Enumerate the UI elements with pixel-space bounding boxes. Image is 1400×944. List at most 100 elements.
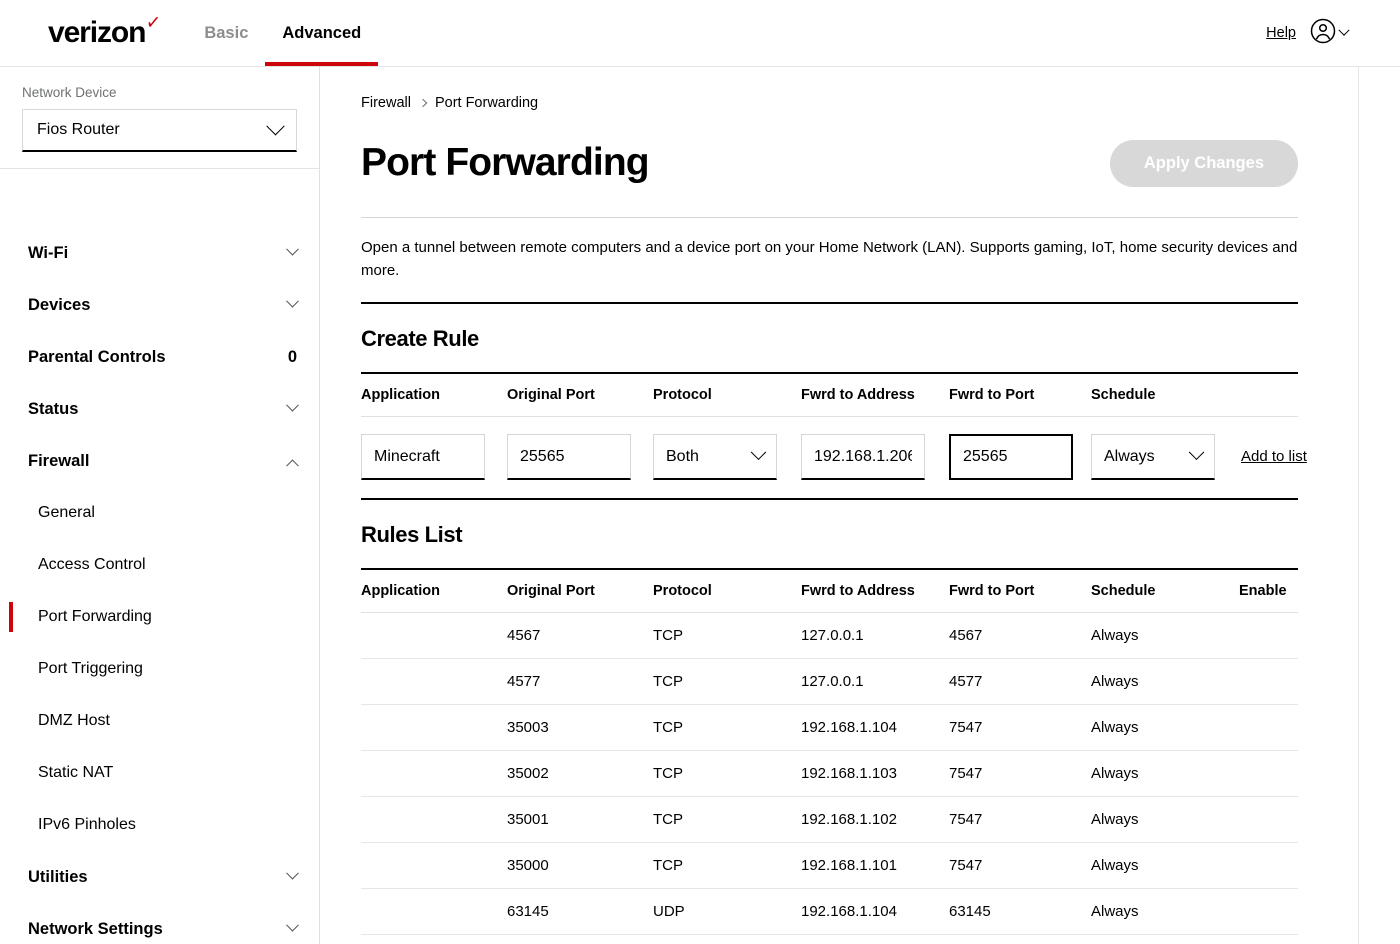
top-nav-tabs: Basic Advanced bbox=[187, 0, 379, 66]
col-protocol: Protocol bbox=[653, 374, 801, 417]
page-title-row: Port Forwarding Apply Changes bbox=[361, 135, 1298, 191]
user-circle-icon bbox=[1310, 18, 1336, 49]
cell-schedule: Always bbox=[1091, 612, 1239, 659]
col-fwrd-to-port: Fwrd to Port bbox=[949, 374, 1091, 417]
sidebar-item-devices[interactable]: Devices bbox=[0, 279, 319, 331]
cell-fwrd-to-port: 7547 bbox=[949, 750, 1091, 797]
cell-add-to-list: Add to list bbox=[1241, 417, 1307, 499]
sidebar-item-label: Firewall bbox=[28, 451, 90, 470]
col-original-port: Original Port bbox=[507, 374, 653, 417]
logo-text: verizon bbox=[48, 16, 146, 49]
cell-enable-actions bbox=[1239, 934, 1298, 944]
cell-enable-actions bbox=[1239, 704, 1298, 751]
cell-fwrd-to-address: 192.168.1.102 bbox=[801, 796, 949, 843]
table-row: 4577 TCP 127.0.0.1 4577 Always bbox=[361, 658, 1298, 705]
application-input[interactable] bbox=[361, 434, 485, 480]
schedule-select[interactable]: Always bbox=[1091, 434, 1215, 480]
sidebar-item-dmz-host[interactable]: DMZ Host bbox=[0, 695, 319, 747]
sidebar-item-wifi[interactable]: Wi-Fi bbox=[0, 227, 319, 279]
cell-enable-actions bbox=[1239, 888, 1298, 935]
chevron-down-icon bbox=[266, 116, 285, 135]
chevron-up-icon bbox=[286, 458, 299, 472]
sidebar-item-label: Utilities bbox=[28, 867, 88, 886]
page-title: Port Forwarding bbox=[361, 141, 650, 184]
sidebar-item-label: DMZ Host bbox=[38, 712, 110, 729]
breadcrumb-current: Port Forwarding bbox=[434, 95, 539, 111]
fwrd-to-port-input[interactable] bbox=[949, 434, 1073, 480]
sidebar-item-firewall[interactable]: Firewall bbox=[0, 435, 319, 487]
cell-protocol: Both bbox=[653, 934, 801, 944]
sidebar-item-label: General bbox=[38, 504, 95, 521]
page-description: Open a tunnel between remote computers a… bbox=[361, 239, 1298, 279]
divider bbox=[361, 498, 1298, 500]
cell-fwrd-to-address: 127.0.0.1 bbox=[801, 612, 949, 659]
sidebar-item-general[interactable]: General bbox=[0, 487, 319, 539]
table-row: 4567 TCP 127.0.0.1 4567 Always bbox=[361, 612, 1298, 659]
cell-original-port: 35002 bbox=[507, 750, 653, 797]
help-link[interactable]: Help bbox=[1266, 25, 1296, 41]
cell-protocol: Both bbox=[653, 417, 801, 499]
apply-changes-button[interactable]: Apply Changes bbox=[1109, 139, 1298, 187]
chevron-down-icon bbox=[1338, 24, 1350, 36]
network-device-select[interactable]: Fios Router bbox=[22, 109, 297, 152]
create-rule-form-row: Both Always bbox=[361, 417, 1307, 499]
tab-advanced[interactable]: Advanced bbox=[265, 0, 379, 66]
cell-application bbox=[361, 796, 507, 843]
sidebar-item-label: Access Control bbox=[38, 556, 146, 573]
cell-schedule: Always bbox=[1091, 704, 1239, 751]
sidebar-item-port-triggering[interactable]: Port Triggering bbox=[0, 643, 319, 695]
sidebar-item-static-nat[interactable]: Static NAT bbox=[0, 747, 319, 799]
cell-schedule: Always bbox=[1091, 934, 1239, 944]
cell-fwrd-to-port: 7547 bbox=[949, 842, 1091, 889]
protocol-value: Both bbox=[666, 447, 699, 465]
cell-schedule: Always bbox=[1091, 750, 1239, 797]
add-to-list-link[interactable]: Add to list bbox=[1241, 448, 1307, 465]
breadcrumb-parent[interactable]: Firewall bbox=[361, 95, 411, 111]
table-row: 63145 UDP 192.168.1.104 63145 Always bbox=[361, 888, 1298, 935]
account-menu[interactable] bbox=[1310, 18, 1350, 49]
sidebar-item-label: Port Forwarding bbox=[38, 608, 152, 625]
sidebar-item-access-control[interactable]: Access Control bbox=[0, 539, 319, 591]
table-row: 35002 TCP 192.168.1.103 7547 Always bbox=[361, 750, 1298, 797]
cell-original-port bbox=[507, 417, 653, 499]
col-application: Application bbox=[361, 570, 507, 613]
fwrd-to-address-input[interactable] bbox=[801, 434, 925, 480]
chevron-right-icon bbox=[418, 98, 428, 108]
col-original-port: Original Port bbox=[507, 570, 653, 613]
sidebar-item-label: Devices bbox=[28, 295, 91, 314]
sidebar-item-port-forwarding[interactable]: Port Forwarding bbox=[0, 591, 319, 643]
chevron-down-icon bbox=[286, 398, 299, 412]
rules-list-table: Application Original Port Protocol Fwrd … bbox=[361, 570, 1298, 944]
cell-application bbox=[361, 888, 507, 935]
sidebar-item-network-settings[interactable]: Network Settings bbox=[0, 903, 319, 944]
cell-fwrd-to-address: 192.168.1.104 bbox=[801, 704, 949, 751]
tab-basic[interactable]: Basic bbox=[187, 0, 265, 66]
cell-fwrd-to-port: 4567 bbox=[949, 612, 1091, 659]
sidebar-item-status[interactable]: Status bbox=[0, 383, 319, 435]
original-port-input[interactable] bbox=[507, 434, 631, 480]
cell-fwrd-to-port: 4577 bbox=[949, 658, 1091, 705]
cell-fwrd-to-address: 192.168.1.103 bbox=[801, 750, 949, 797]
network-device-panel: Network Device Fios Router bbox=[0, 67, 319, 169]
rules-list-heading: Rules List bbox=[361, 522, 463, 547]
sidebar-item-parental-controls[interactable]: Parental Controls 0 bbox=[0, 331, 319, 383]
cell-original-port: 8004 bbox=[507, 934, 653, 944]
cell-application bbox=[361, 842, 507, 889]
cell-schedule: Always bbox=[1091, 658, 1239, 705]
create-rule-table: Application Original Port Protocol Fwrd … bbox=[361, 374, 1307, 499]
create-rule-heading: Create Rule bbox=[361, 326, 479, 351]
app-header: verizon ✓ Basic Advanced Help bbox=[0, 0, 1400, 66]
rules-list-header-row: Application Original Port Protocol Fwrd … bbox=[361, 570, 1298, 613]
cell-fwrd-to-address: 127.0.0.1 bbox=[801, 658, 949, 705]
table-row: SM-Node8004Both192.168.1.2068004Always bbox=[361, 934, 1298, 944]
chevron-down-icon bbox=[286, 294, 299, 308]
cell-original-port: 35001 bbox=[507, 796, 653, 843]
cell-protocol: UDP bbox=[653, 888, 801, 935]
cell-schedule: Always bbox=[1091, 842, 1239, 889]
protocol-select[interactable]: Both bbox=[653, 434, 777, 480]
sidebar-item-utilities[interactable]: Utilities bbox=[0, 851, 319, 903]
cell-protocol: TCP bbox=[653, 842, 801, 889]
sidebar-item-ipv6-pinholes[interactable]: IPv6 Pinholes bbox=[0, 799, 319, 851]
sidebar-item-label: Wi-Fi bbox=[28, 243, 69, 262]
sidebar: Wi-Fi Devices Parental Controls 0 Status… bbox=[0, 67, 320, 944]
